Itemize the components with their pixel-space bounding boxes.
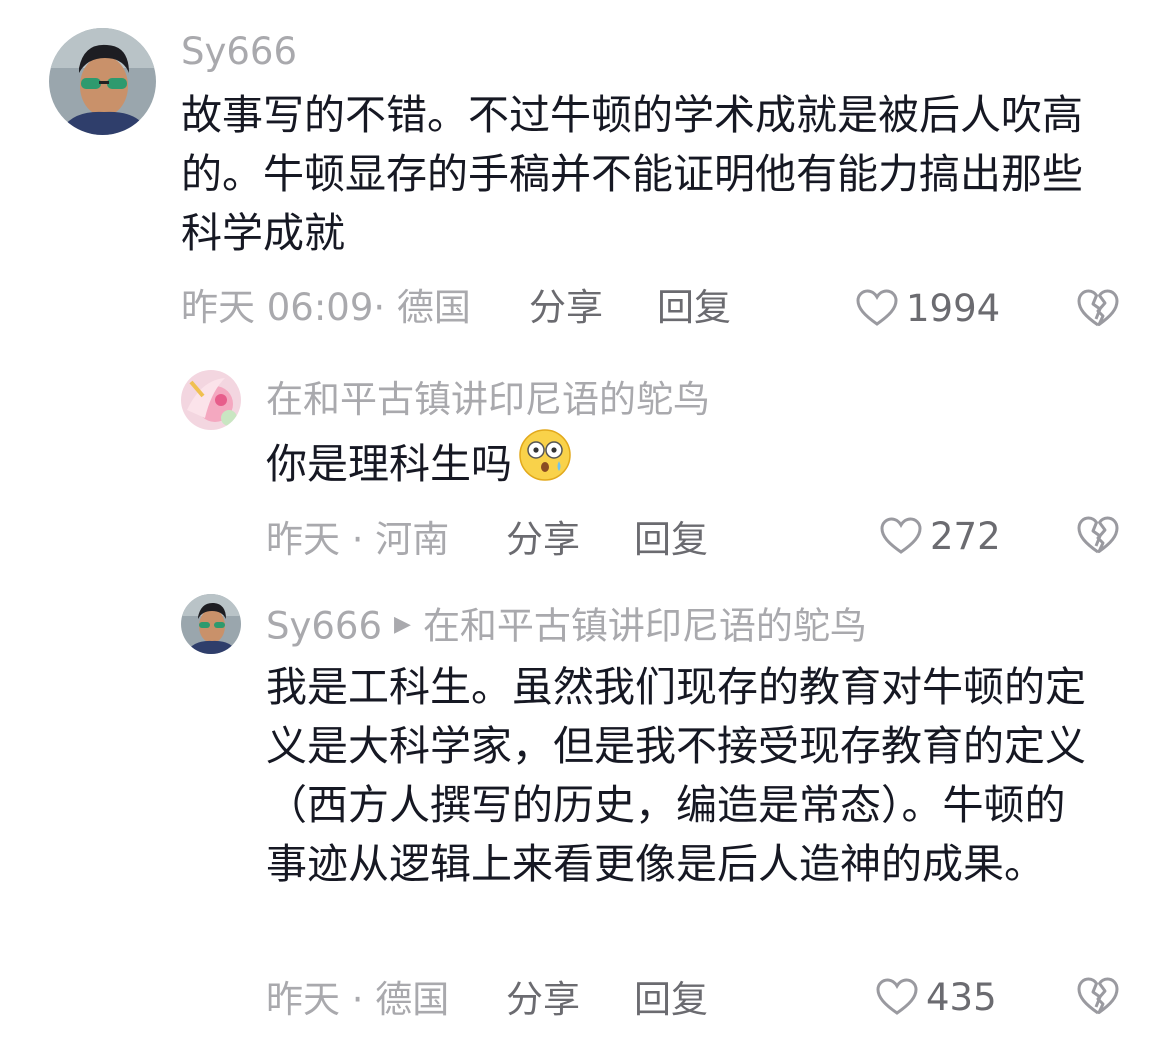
broken-heart-icon — [1077, 977, 1119, 1015]
dislike-button[interactable] — [1077, 288, 1119, 332]
heart-icon — [856, 289, 898, 326]
avatar[interactable] — [181, 370, 241, 430]
reply-item: Sy666 ▶ 在和平古镇讲印尼语的鸵鸟 我是工科生。虽然我们现存的教育对牛顿的定义… — [0, 580, 1170, 1051]
reply-arrow-icon: ▶ — [394, 612, 411, 637]
comment-text: 故事写的不错。不过牛顿的学术成就是被后人吹高的。牛顿显存的手稿并不能证明他有能力… — [181, 91, 1083, 257]
share-button[interactable]: 分享 — [506, 976, 580, 1024]
comment-item: Sy666 故事写的不错。不过牛顿的学术成就是被后人吹高的。牛顿显存的手稿并不能… — [0, 0, 1170, 360]
comment-time-location: 昨天 · 德国 — [266, 978, 450, 1021]
comment-text: 我是工科生。虽然我们现存的教育对牛顿的定义是大科学家，但是我不接受现存教育的定义… — [266, 663, 1086, 888]
comment-time-location: 昨天 · 河南 — [266, 518, 450, 561]
shocked-emoji-icon — [516, 429, 574, 497]
comment-username[interactable]: 在和平古镇讲印尼语的鸵鸟 — [266, 378, 710, 422]
avatar-image — [49, 28, 156, 135]
comment-meta: 昨天 · 德国 分享 回复 — [266, 976, 766, 1024]
reply-button[interactable]: 回复 — [634, 516, 708, 564]
heart-icon — [876, 978, 918, 1015]
comment-time-location: 昨天 06:09· 德国 — [181, 286, 471, 329]
broken-heart-icon — [1077, 516, 1119, 554]
reply-item: 在和平古镇讲印尼语的鸵鸟 你是理科生吗 昨天 · 河南 分享 回复 272 — [0, 360, 1170, 580]
avatar[interactable] — [49, 28, 156, 135]
reply-button[interactable]: 回复 — [634, 976, 708, 1024]
comment-text-body: 你是理科生吗 — [266, 440, 512, 488]
like-button[interactable]: 435 — [876, 973, 997, 1021]
dislike-button[interactable] — [1077, 515, 1119, 559]
comment-username[interactable]: Sy666 — [181, 30, 297, 74]
broken-heart-icon — [1077, 289, 1119, 327]
like-count: 1994 — [906, 286, 1001, 330]
like-button[interactable]: 272 — [880, 512, 1001, 560]
share-button[interactable]: 分享 — [529, 284, 603, 332]
share-button[interactable]: 分享 — [506, 516, 580, 564]
dislike-button[interactable] — [1077, 976, 1119, 1020]
like-button[interactable]: 1994 — [856, 284, 1000, 332]
comment-meta: 昨天 · 河南 分享 回复 — [266, 516, 766, 564]
comment-meta: 昨天 06:09· 德国 分享 回复 — [181, 284, 781, 332]
avatar-image — [181, 370, 241, 430]
reply-button[interactable]: 回复 — [657, 284, 731, 332]
avatar-image — [181, 594, 241, 654]
heart-icon — [880, 517, 922, 554]
like-count: 272 — [930, 514, 1001, 558]
reply-to-username[interactable]: 在和平古镇讲印尼语的鸵鸟 — [423, 605, 867, 648]
like-count: 435 — [926, 975, 997, 1019]
avatar[interactable] — [181, 594, 241, 654]
comment-username-line: Sy666 ▶ 在和平古镇讲印尼语的鸵鸟 — [266, 603, 867, 653]
comment-username[interactable]: Sy666 — [266, 605, 382, 648]
comment-text: 你是理科生吗 — [266, 429, 1126, 497]
